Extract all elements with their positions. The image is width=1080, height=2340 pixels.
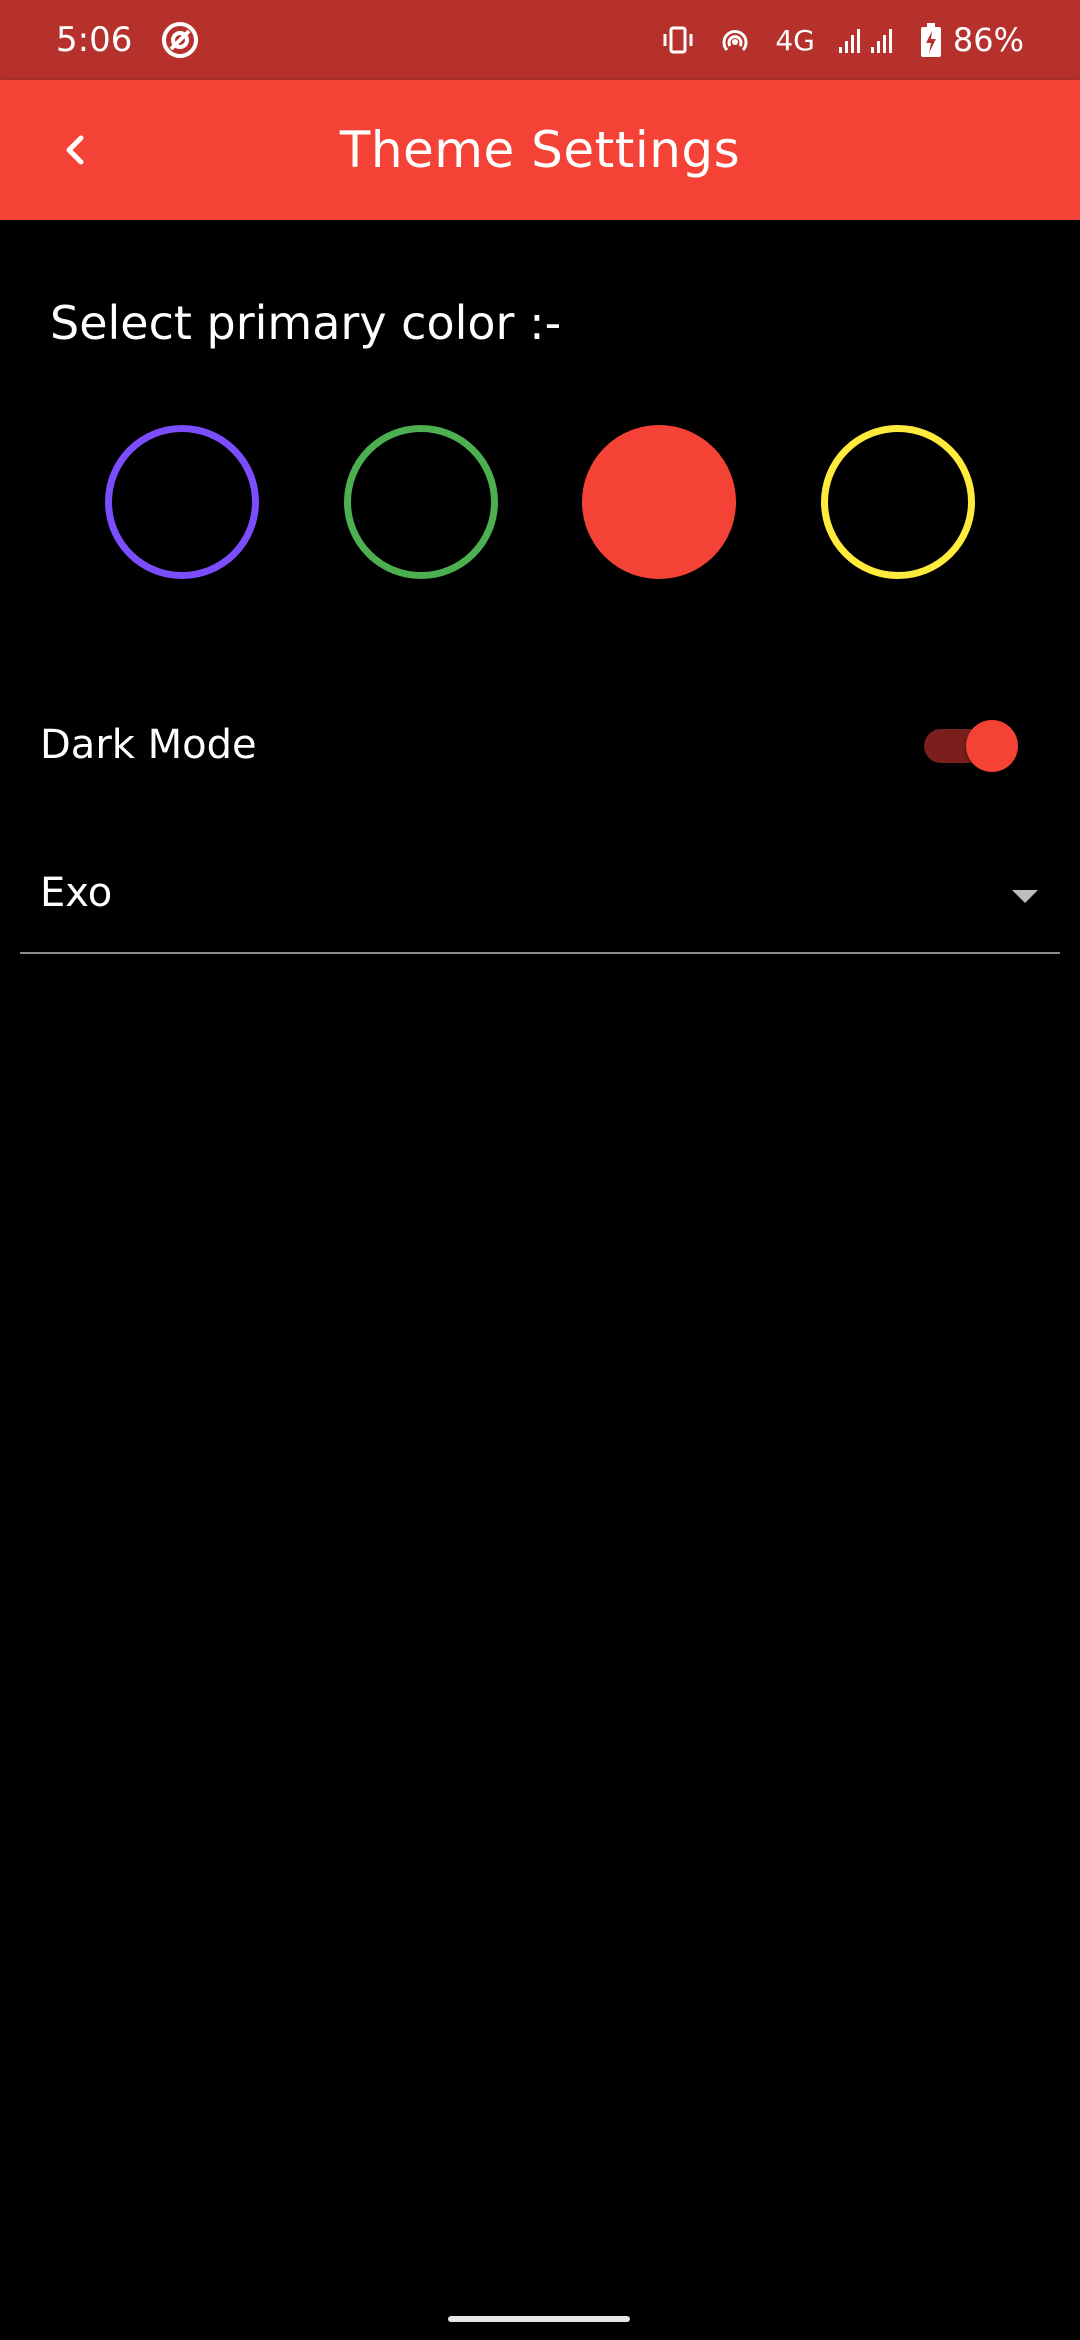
vibrate-icon [663,26,693,54]
color-swatch-yellow[interactable] [821,425,975,579]
network-type: 4G [775,23,815,57]
color-swatch-purple[interactable] [105,425,259,579]
font-selected-value: Exo [40,870,113,916]
status-bar: 5:06 4G 86% [0,0,1080,80]
status-time: 5:06 [56,20,133,60]
app-bar: Theme Settings [0,80,1080,220]
primary-color-label: Select primary color :- [50,296,562,350]
battery-percentage: 86% [952,21,1024,59]
color-swatch-green[interactable] [344,425,498,579]
toggle-thumb [966,720,1018,772]
dark-mode-label: Dark Mode [40,722,257,768]
status-left: 5:06 [56,20,200,60]
status-right: 4G 86% [639,21,1024,59]
dark-mode-toggle[interactable] [924,717,1018,773]
color-swatch-red[interactable] [582,425,736,579]
page-title: Theme Settings [339,121,741,179]
hotspot-icon [722,30,748,52]
theme-settings-screen: 5:06 4G 86% Theme Settings Select primar… [0,0,1080,2340]
chevron-left-icon [66,135,84,165]
sync-icon [162,22,199,58]
battery-charging-icon [920,23,941,57]
color-swatches [0,425,1080,580]
dropdown-arrow-icon [1012,890,1038,903]
signal-icon [838,29,892,53]
dark-mode-row: Dark Mode [0,700,1080,790]
font-dropdown[interactable]: Exo [20,850,1060,954]
back-button[interactable] [40,115,110,185]
home-indicator[interactable] [448,2316,630,2322]
